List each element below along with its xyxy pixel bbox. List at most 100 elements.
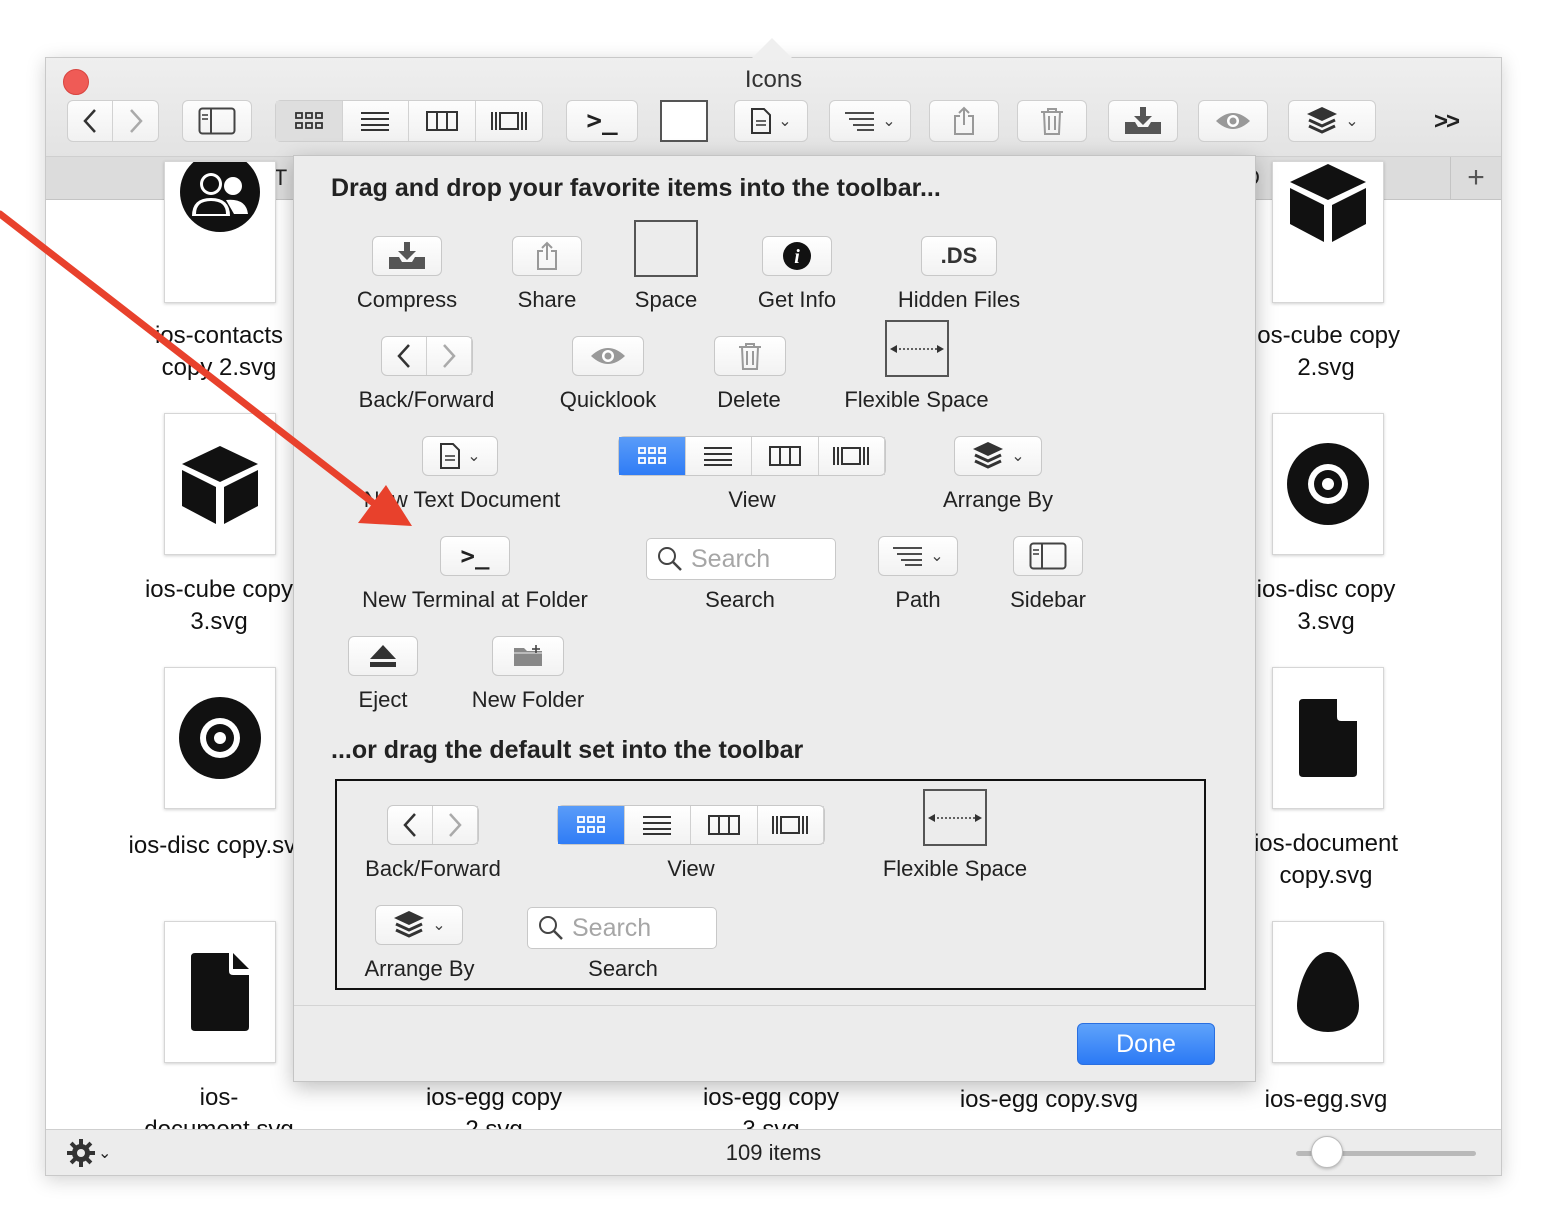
- toolbar-item-get-info[interactable]: i Get Info: [742, 234, 852, 314]
- chevron-down-icon: ⌄: [1011, 448, 1025, 465]
- eye-icon: [591, 348, 625, 364]
- compress-icon: [389, 242, 425, 269]
- icon-view-button: [558, 806, 625, 844]
- sidebar-toggle-button[interactable]: [182, 100, 252, 142]
- file-thumbnail[interactable]: [164, 161, 276, 303]
- compress-button[interactable]: [1108, 100, 1178, 142]
- space-placeholder: [660, 100, 708, 142]
- toolbar-item-eject[interactable]: Eject: [338, 634, 428, 714]
- arrange-by-button[interactable]: ⌄: [1288, 100, 1376, 142]
- toolbar-item-space[interactable]: Space: [616, 220, 716, 314]
- file-thumbnail[interactable]: [1272, 161, 1384, 303]
- file-thumbnail[interactable]: [1272, 667, 1384, 809]
- double-arrow-icon: [890, 344, 944, 353]
- default-toolbar-set[interactable]: Back/Forward View Flexible Space ⌄ Arran…: [335, 779, 1206, 990]
- icon-view-button[interactable]: [276, 101, 343, 141]
- item-label: Path: [895, 587, 941, 612]
- file-thumbnail[interactable]: [164, 667, 276, 809]
- columns-icon: [425, 111, 458, 131]
- toolbar-item-delete[interactable]: Delete: [694, 334, 804, 414]
- disc-icon: [1287, 443, 1369, 525]
- chevron-down-icon: ⌄: [778, 113, 792, 130]
- file-label[interactable]: ios-egg copy.svg: [929, 1084, 1169, 1116]
- default-set-heading: ...or drag the default set into the tool…: [331, 736, 804, 764]
- delete-button: [714, 336, 786, 376]
- delete-button[interactable]: [1017, 100, 1087, 142]
- arrange-by-button: ⌄: [375, 905, 463, 945]
- toolbar-item-sidebar[interactable]: Sidebar: [998, 534, 1098, 614]
- default-item-arrange-by: ⌄ Arrange By: [357, 903, 482, 983]
- toolbar-item-flexible-space[interactable]: Flexible Space: [834, 320, 999, 414]
- item-label: Search: [588, 956, 658, 981]
- item-label: Back/Forward: [365, 856, 501, 881]
- item-label: New Terminal at Folder: [362, 587, 588, 612]
- file-label[interactable]: ios-egg.svg: [1206, 1084, 1446, 1116]
- toolbar-item-arrange-by[interactable]: ⌄ Arrange By: [924, 434, 1072, 514]
- forward-button[interactable]: [113, 101, 158, 141]
- toolbar-item-back-forward[interactable]: Back/Forward: [349, 334, 504, 414]
- toolbar-item-hidden-files[interactable]: .DS Hidden Files: [884, 234, 1034, 314]
- file-thumbnail[interactable]: [1272, 413, 1384, 555]
- column-view-button[interactable]: [409, 101, 476, 141]
- gallery-icon: [833, 447, 870, 465]
- file-name-line: ios-: [199, 1084, 239, 1111]
- chevron-left-icon: [403, 813, 416, 837]
- toolbar-item-quicklook[interactable]: Quicklook: [548, 334, 668, 414]
- toolbar-item-path[interactable]: ⌄ Path: [868, 534, 968, 614]
- new-document-button[interactable]: ⌄: [734, 100, 808, 142]
- column-view-button: [752, 437, 819, 475]
- share-icon: [954, 106, 974, 135]
- list-icon: [704, 447, 733, 466]
- icon-size-slider-knob[interactable]: [1311, 1136, 1343, 1168]
- share-button[interactable]: [929, 100, 999, 142]
- done-button[interactable]: Done: [1077, 1023, 1215, 1065]
- egg-icon: [1297, 952, 1359, 1032]
- toolbar-item-new-folder[interactable]: New Folder: [462, 634, 594, 714]
- toolbar-item-new-terminal[interactable]: >_ New Terminal at Folder: [354, 534, 596, 614]
- item-label: Get Info: [757, 287, 837, 312]
- cube-icon: [182, 446, 258, 524]
- chevron-left-icon: [83, 109, 96, 133]
- file-thumbnail[interactable]: [164, 413, 276, 555]
- toolbar-item-compress[interactable]: Compress: [342, 234, 472, 314]
- list-view-button[interactable]: [343, 101, 409, 141]
- item-label: Flexible Space: [882, 856, 1028, 881]
- flexible-space-placeholder: [885, 320, 949, 377]
- columns-icon: [768, 446, 801, 466]
- customize-toolbar-sheet: Drag and drop your favorite items into t…: [293, 155, 1256, 1082]
- chevron-right-icon: [449, 813, 462, 837]
- chevron-down-icon: ⌄: [882, 113, 896, 130]
- info-icon: i: [783, 242, 811, 270]
- view-control: [557, 805, 825, 845]
- terminal-button[interactable]: >_: [566, 100, 638, 142]
- item-label: View: [728, 487, 776, 512]
- new-tab-button[interactable]: +: [1450, 157, 1501, 199]
- view-control: [275, 100, 543, 142]
- chevron-down-icon: ⌄: [467, 448, 481, 465]
- quicklook-button[interactable]: [1198, 100, 1268, 142]
- file-thumbnail[interactable]: [1272, 921, 1384, 1063]
- gallery-view-button[interactable]: [476, 101, 543, 141]
- path-button: ⌄: [878, 536, 958, 576]
- toolbar-item-new-text-document[interactable]: ⌄ New Text Document: [352, 434, 572, 514]
- toolbar-item-search[interactable]: Search Search: [644, 538, 836, 614]
- title-bar: Icons >_ ⌄ ⌄ ⌄ >>: [46, 58, 1501, 157]
- file-thumbnail[interactable]: [164, 921, 276, 1063]
- more-toolbar-items[interactable]: >>: [1434, 108, 1460, 136]
- toolbar-item-share[interactable]: Share: [492, 234, 602, 314]
- item-label: Compress: [356, 287, 458, 312]
- back-button[interactable]: [68, 101, 114, 141]
- compress-icon: [1125, 107, 1161, 134]
- flexible-space-placeholder: [923, 789, 987, 846]
- forward-button: [427, 337, 472, 375]
- toolbar-item-view[interactable]: View: [618, 434, 886, 514]
- file-name-line: ios-egg.svg: [1264, 1086, 1388, 1113]
- back-forward-control: [387, 805, 479, 845]
- path-button[interactable]: ⌄: [829, 100, 911, 142]
- back-forward-control: [381, 336, 473, 376]
- item-label: Hidden Files: [897, 287, 1021, 312]
- eye-icon: [1216, 113, 1250, 129]
- share-icon: [537, 241, 557, 270]
- item-label: View: [667, 856, 715, 881]
- search-input: Search: [527, 907, 717, 949]
